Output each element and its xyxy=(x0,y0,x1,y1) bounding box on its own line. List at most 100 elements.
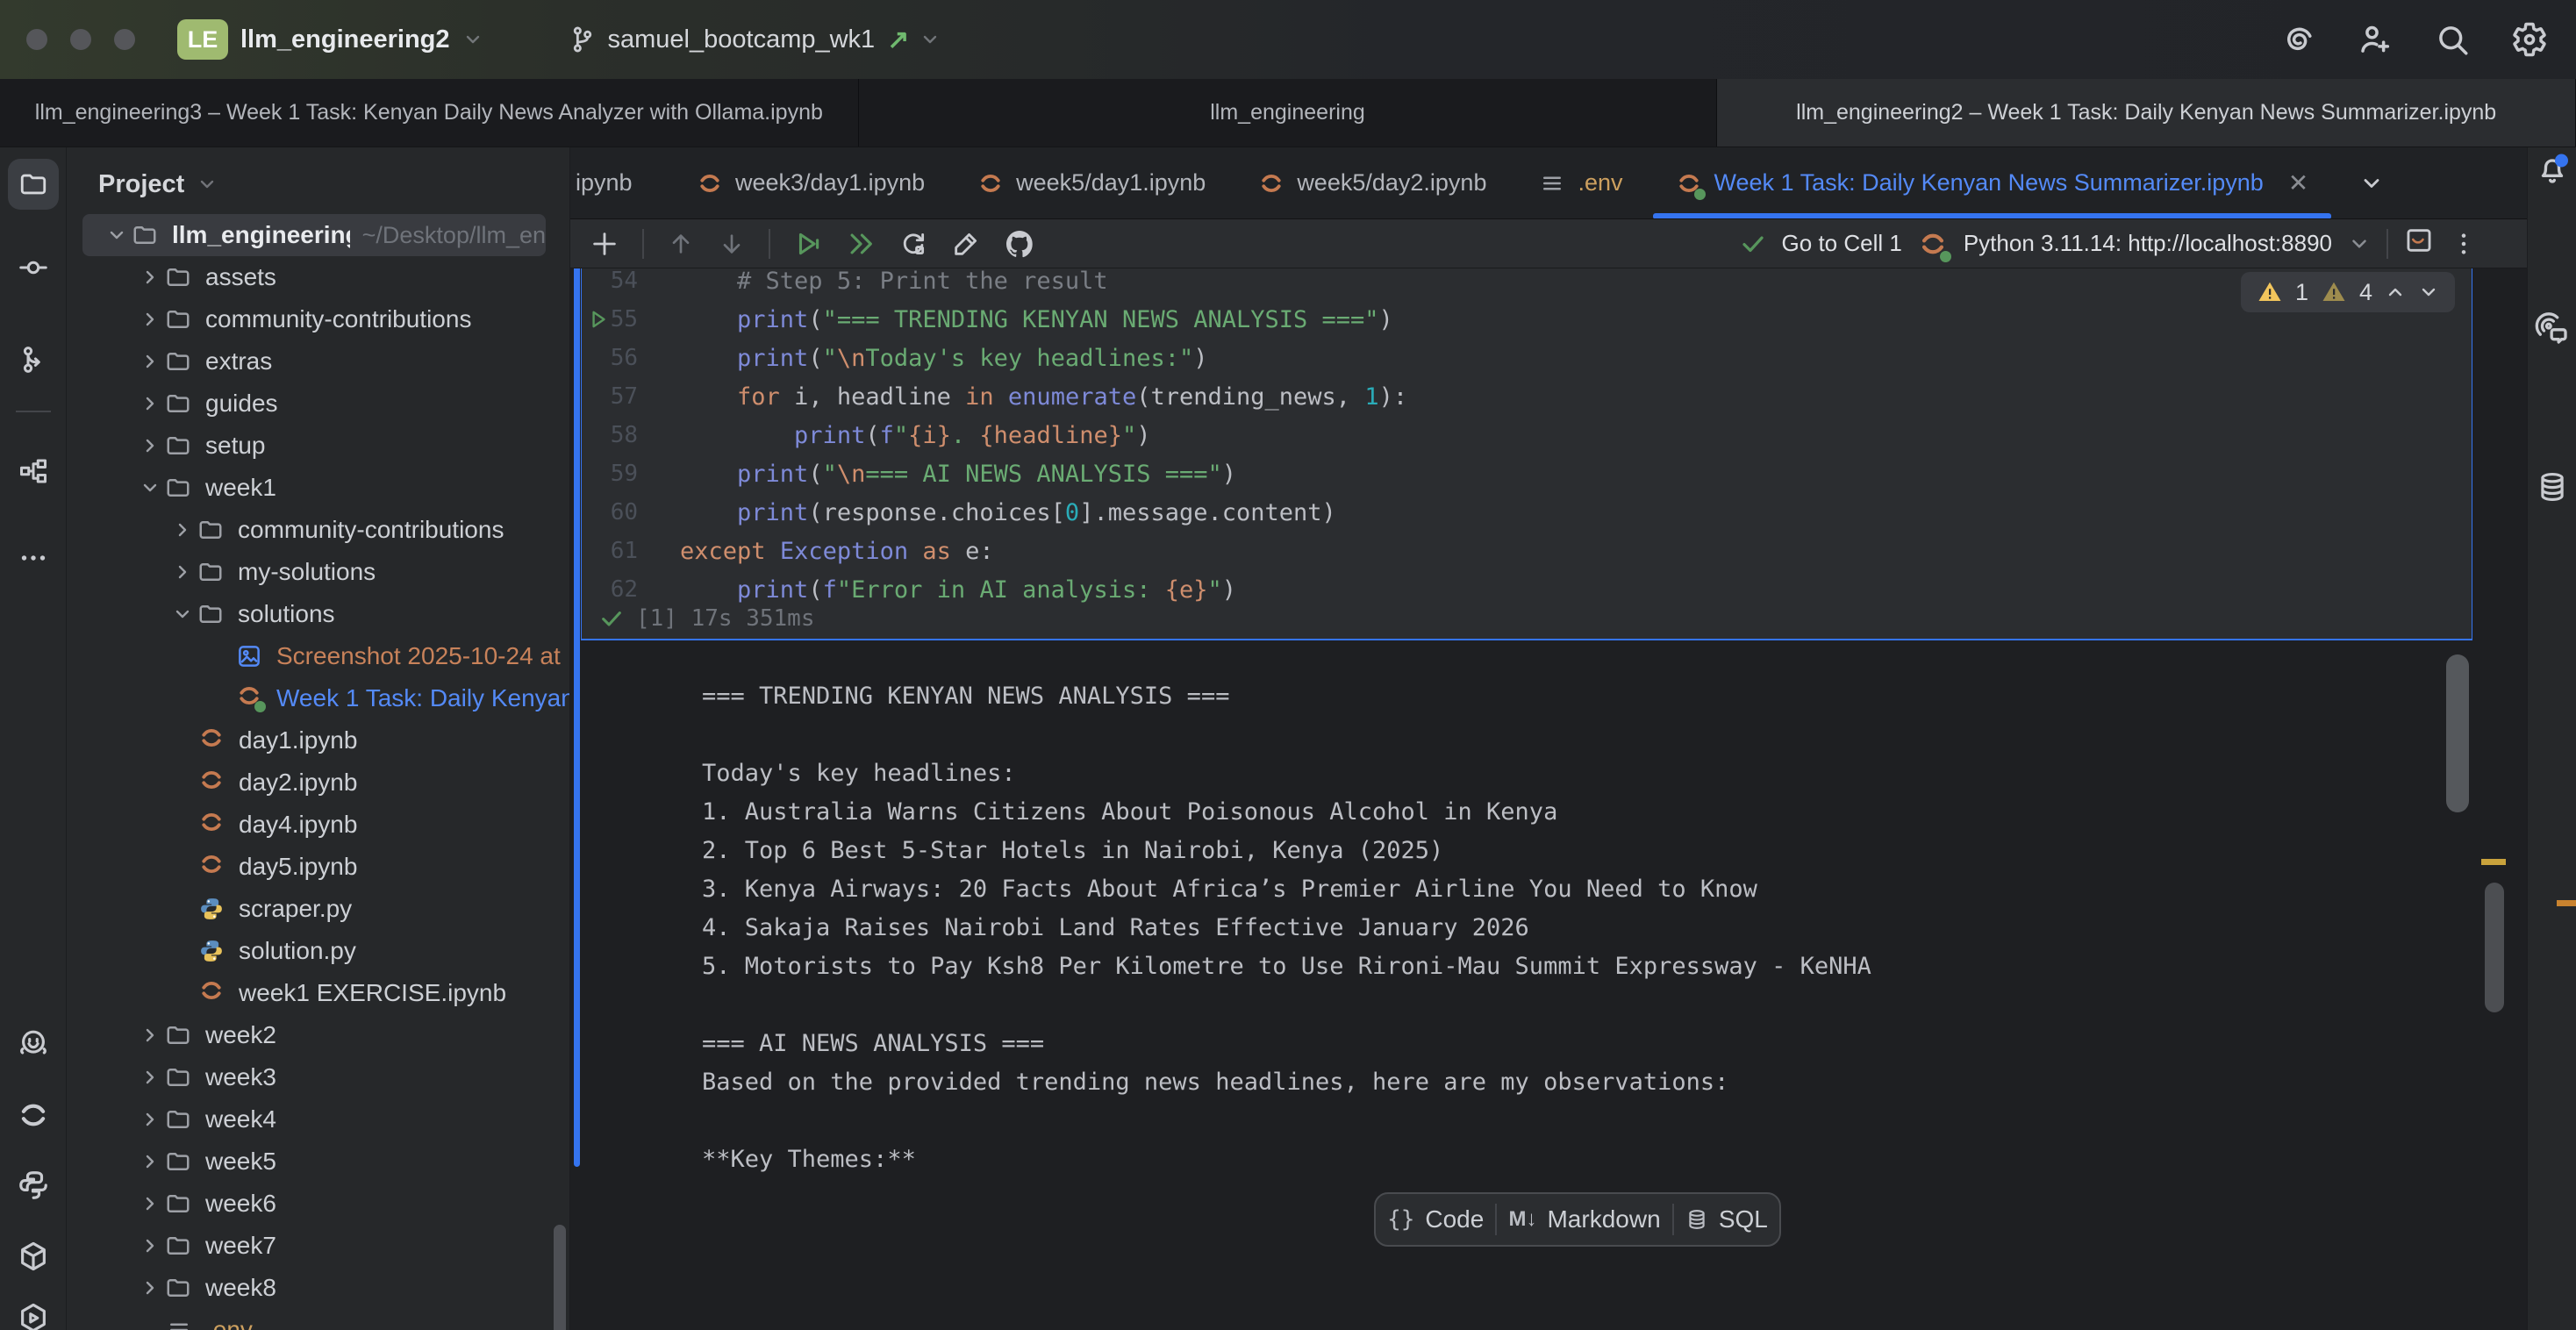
chevron-right-icon[interactable] xyxy=(135,1109,165,1130)
tree-item[interactable]: week8 xyxy=(67,1267,570,1309)
chevron-right-icon[interactable] xyxy=(135,1277,165,1298)
settings-gear-icon[interactable] xyxy=(2511,21,2548,58)
tree-item[interactable]: Week 1 Task: Daily Kenyan xyxy=(67,677,570,719)
kernel-selector[interactable]: Python 3.11.14: http://localhost:8890 xyxy=(1964,230,2332,257)
jupyter-tool-button[interactable] xyxy=(17,1098,50,1132)
tree-item[interactable]: week7 xyxy=(67,1225,570,1267)
chevron-right-icon[interactable] xyxy=(135,393,165,414)
goto-cell-button[interactable]: Go to Cell 1 xyxy=(1782,230,1902,257)
search-icon[interactable] xyxy=(2434,21,2471,58)
tree-item[interactable]: week5 xyxy=(67,1141,570,1183)
run-cell-icon[interactable] xyxy=(793,229,823,259)
add-markdown-cell-button[interactable]: M↓Markdown xyxy=(1508,1205,1660,1233)
vcs-branch-widget[interactable]: samuel_bootcamp_wk1 ↗ xyxy=(568,25,941,55)
code-line[interactable]: 54 # Step 5: Print the result xyxy=(582,268,2472,300)
python-console-tool-button[interactable] xyxy=(17,1169,50,1202)
code-line[interactable]: 58 print(f"{i}. {headline}") xyxy=(582,416,2472,454)
tree-item[interactable]: my-solutions xyxy=(67,551,570,593)
tree-item[interactable]: week3 xyxy=(67,1056,570,1098)
tree-item[interactable]: week1 EXERCISE.ipynb xyxy=(67,972,570,1014)
chevron-right-icon[interactable] xyxy=(135,1235,165,1256)
more-tools-button[interactable] xyxy=(18,542,49,574)
close-tab-icon[interactable]: ✕ xyxy=(2288,168,2308,197)
chevron-right-icon[interactable] xyxy=(135,1025,165,1046)
tree-item[interactable]: week6 xyxy=(67,1183,570,1225)
kebab-menu-icon[interactable] xyxy=(2450,230,2478,258)
editor-tab[interactable]: ipynb xyxy=(570,147,651,219)
project-scrollbar[interactable] xyxy=(554,1225,566,1330)
structure-tool-button[interactable] xyxy=(18,455,49,487)
chevron-right-icon[interactable] xyxy=(135,1067,165,1088)
python-packages-tool-button[interactable] xyxy=(17,1240,50,1273)
minimize-window-button[interactable] xyxy=(70,29,91,50)
code-line[interactable]: 56 print("\nToday's key headlines:") xyxy=(582,339,2472,377)
chevron-down-icon[interactable] xyxy=(135,477,165,498)
clear-outputs-icon[interactable] xyxy=(951,229,981,259)
window-tab[interactable]: llm_engineering xyxy=(859,79,1718,147)
tree-item[interactable]: community-contributions xyxy=(67,509,570,551)
traffic-lights[interactable] xyxy=(26,29,135,50)
tree-item[interactable]: week2 xyxy=(67,1014,570,1056)
tree-item[interactable]: scraper.py xyxy=(67,888,570,930)
tree-item[interactable]: llm_engineering2~/Desktop/llm_en xyxy=(82,214,546,256)
chevron-right-icon[interactable] xyxy=(135,1151,165,1172)
tree-item[interactable]: .env xyxy=(67,1309,570,1330)
tree-item[interactable]: setup xyxy=(67,425,570,467)
database-tool-button[interactable] xyxy=(2536,470,2569,504)
restart-kernel-icon[interactable] xyxy=(898,229,928,259)
project-tool-button[interactable] xyxy=(8,159,59,210)
run-all-cells-icon[interactable] xyxy=(846,229,876,259)
tree-item[interactable]: solutions xyxy=(67,593,570,635)
add-code-cell-button[interactable]: {}Code xyxy=(1387,1205,1484,1233)
tree-item[interactable]: solution.py xyxy=(67,930,570,972)
ai-assistant-icon[interactable] xyxy=(2279,21,2316,58)
tree-item[interactable]: week4 xyxy=(67,1098,570,1141)
window-tab[interactable]: llm_engineering2 – Week 1 Task: Daily Ke… xyxy=(1717,79,2576,147)
github-icon[interactable] xyxy=(1004,228,1035,260)
chevron-down-icon[interactable] xyxy=(102,225,132,246)
add-sql-cell-button[interactable]: SQL xyxy=(1685,1205,1768,1233)
code-line[interactable]: 60 print(response.choices[0].message.con… xyxy=(582,493,2472,532)
chevron-right-icon[interactable] xyxy=(135,1193,165,1214)
hidden-tabs-chevron-icon[interactable] xyxy=(2359,171,2384,196)
chevron-right-icon[interactable] xyxy=(135,267,165,288)
project-switcher[interactable]: LE llm_engineering2 xyxy=(177,19,483,60)
jupyter-console-icon[interactable] xyxy=(2404,225,2434,261)
chevron-right-icon[interactable] xyxy=(135,351,165,372)
editor-tab[interactable]: week5/day1.ipynb xyxy=(955,147,1228,219)
code-cell[interactable]: 54 # Step 5: Print the result55 print("=… xyxy=(581,268,2472,640)
tree-item[interactable]: community-contributions xyxy=(67,298,570,340)
project-panel-header[interactable]: Project xyxy=(67,147,218,221)
output-scrollbar[interactable] xyxy=(2446,654,2469,812)
chevron-down-icon[interactable] xyxy=(168,604,197,625)
code-line[interactable]: 55 print("=== TRENDING KENYAN NEWS ANALY… xyxy=(582,300,2472,339)
pull-requests-tool-button[interactable] xyxy=(18,344,49,375)
tree-item[interactable]: guides xyxy=(67,383,570,425)
tree-item[interactable]: day1.ipynb xyxy=(67,719,570,762)
inspections-widget[interactable]: 1 4 xyxy=(2241,272,2455,312)
next-problem-icon[interactable] xyxy=(2418,282,2439,303)
add-user-icon[interactable] xyxy=(2357,21,2394,58)
tree-item[interactable]: day2.ipynb xyxy=(67,762,570,804)
editor-tab[interactable]: week3/day1.ipynb xyxy=(674,147,948,219)
editor-tab[interactable]: week5/day2.ipynb xyxy=(1235,147,1509,219)
chevron-right-icon[interactable] xyxy=(135,309,165,330)
notebook-canvas[interactable]: 54 # Step 5: Print the result55 print("=… xyxy=(570,268,2527,1330)
huggingface-tool-button[interactable] xyxy=(17,1027,50,1061)
services-tool-button[interactable] xyxy=(17,1301,50,1330)
zoom-window-button[interactable] xyxy=(114,29,135,50)
move-cell-down-icon[interactable] xyxy=(718,230,746,258)
add-cell-icon[interactable] xyxy=(590,229,619,259)
tree-item[interactable]: extras xyxy=(67,340,570,383)
chevron-right-icon[interactable] xyxy=(168,519,197,540)
tree-item[interactable]: day5.ipynb xyxy=(67,846,570,888)
tree-item[interactable]: Screenshot 2025-10-24 at xyxy=(67,635,570,677)
code-line[interactable]: 62 print(f"Error in AI analysis: {e}") xyxy=(582,570,2472,609)
chevron-right-icon[interactable] xyxy=(168,561,197,583)
code-line[interactable]: 57 for i, headline in enumerate(trending… xyxy=(582,377,2472,416)
editor-scrollbar[interactable] xyxy=(2485,883,2504,1012)
code-line[interactable]: 59 print("\n=== AI NEWS ANALYSIS ===") xyxy=(582,454,2472,493)
chevron-down-icon[interactable] xyxy=(2348,232,2371,255)
tree-item[interactable]: week1 xyxy=(67,467,570,509)
editor-tab[interactable]: Week 1 Task: Daily Kenyan News Summarize… xyxy=(1653,147,2332,219)
